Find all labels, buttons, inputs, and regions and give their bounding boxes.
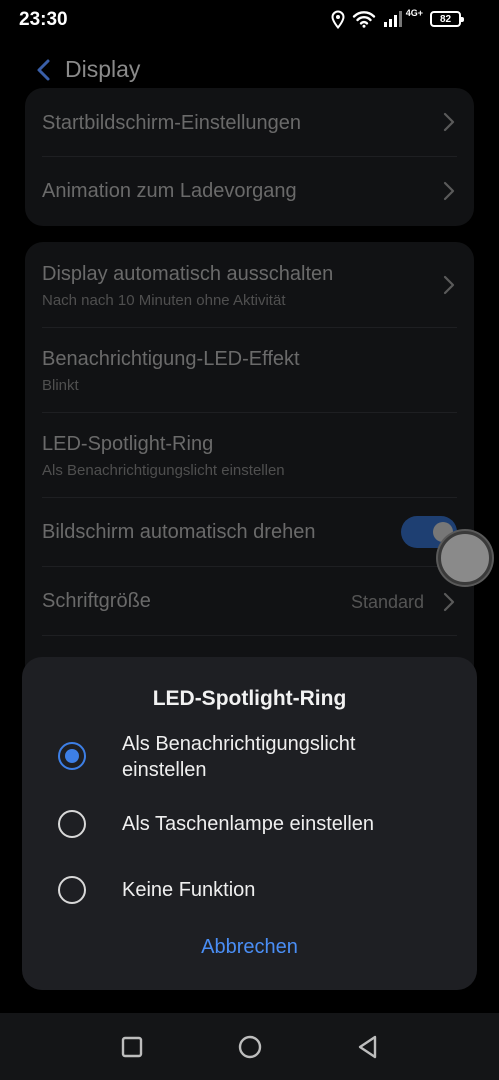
item-title: Schriftgröße [42,590,151,612]
chevron-left-icon[interactable] [28,54,60,86]
option-flashlight[interactable]: Als Taschenlampe einstellen [22,797,477,851]
item-subtitle: Blinkt [42,377,79,394]
radio-unselected-icon[interactable] [58,876,86,904]
battery-icon: 82 [430,11,464,27]
navigation-bar [0,1013,499,1080]
option-label: Als Taschenlampe einstellen [122,813,375,835]
list-item-home-settings[interactable]: Startbildschirm-Einstellungen [25,88,474,156]
list-item-screen-timeout[interactable]: Display automatisch ausschalten Nach nac… [25,242,474,327]
list-item-charging-animation[interactable]: Animation zum Ladevorgang [25,157,474,226]
chevron-right-icon [443,275,455,295]
option-label: Als Benachrichtigungslicht einstellen [122,733,356,781]
status-time: 23:30 [19,9,68,30]
signal-icon [383,11,402,27]
touch-indicator [438,531,492,585]
item-title: Display automatisch ausschalten [42,263,334,285]
led-spotlight-dialog: LED-Spotlight-Ring Als Benachrichtigungs… [22,657,477,990]
list-item-font-size[interactable]: Schriftgröße Standard [25,567,474,635]
home-circle-icon[interactable] [236,1033,264,1061]
item-title: LED-Spotlight-Ring [42,433,214,455]
dialog-title: LED-Spotlight-Ring [152,687,347,710]
location-icon [331,9,345,29]
battery-level: 82 [439,13,452,25]
item-subtitle: Nach nach 10 Minuten ohne Aktivität [42,292,286,309]
recents-square-icon[interactable] [118,1033,146,1061]
item-subtitle: Als Benachrichtigungslicht einstellen [42,462,285,479]
status-icons: 4G+ 82 [331,6,464,32]
cancel-button[interactable]: Abbrechen [22,936,477,959]
item-title: Benachrichtigung-LED-Effekt [42,348,300,370]
settings-card-display: Display automatisch ausschalten Nach nac… [25,242,474,682]
radio-unselected-icon[interactable] [58,810,86,838]
list-item-led-spotlight-ring[interactable]: LED-Spotlight-Ring Als Benachrichtigungs… [25,413,474,497]
option-no-function[interactable]: Keine Funktion [22,863,477,917]
wifi-icon [352,11,375,28]
network-type: 4G+ [405,8,423,18]
chevron-right-icon [443,181,455,201]
divider [42,635,457,636]
settings-card-home: Startbildschirm-Einstellungen Animation … [25,88,474,226]
chevron-right-icon [443,112,455,132]
item-value: Standard [350,592,424,612]
page-title: Display [65,56,141,82]
chevron-right-icon [443,592,455,612]
item-title: Bildschirm automatisch drehen [42,521,316,543]
item-title: Animation zum Ladevorgang [42,180,297,202]
radio-selected-icon[interactable] [58,742,86,770]
status-bar: 23:30 4G+ 82 [0,0,499,40]
back-triangle-icon[interactable] [354,1033,382,1061]
option-notification-light[interactable]: Als Benachrichtigungslicht einstellen [22,727,477,787]
item-title: Startbildschirm-Einstellungen [42,112,302,134]
list-item-led-effect[interactable]: Benachrichtigung-LED-Effekt Blinkt [25,328,474,412]
option-label: Keine Funktion [122,879,256,901]
